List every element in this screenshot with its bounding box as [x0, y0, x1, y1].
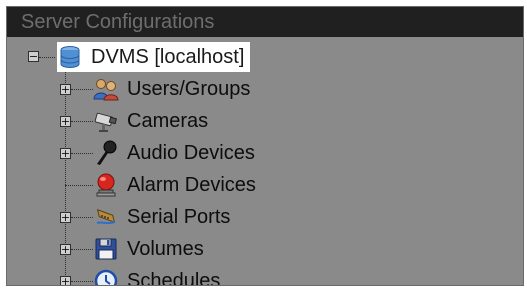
volumes-expander[interactable]: +	[60, 244, 71, 255]
tree-node-label: Users/Groups	[127, 77, 251, 100]
tree-node-label: DVMS [localhost]	[91, 45, 245, 68]
serial-ports-expander[interactable]: +	[60, 212, 71, 223]
tree-line	[71, 281, 93, 282]
root-expander[interactable]: −	[28, 51, 39, 62]
tree-node-label: Serial Ports	[127, 205, 231, 228]
tree-node-volumes[interactable]: Volumes	[93, 234, 204, 264]
serial-port-icon	[93, 204, 119, 230]
tree-node-cameras[interactable]: Cameras	[93, 106, 208, 136]
cameras-expander[interactable]: +	[60, 116, 71, 127]
tree-node-label: Alarm Devices	[127, 173, 256, 196]
users-icon	[93, 76, 119, 102]
server-configurations-panel: Server Configurations − DVMS [localhost]	[6, 6, 524, 286]
tree-node-label: Schedules	[127, 269, 221, 286]
database-icon	[57, 44, 83, 70]
tree-node-serial-ports[interactable]: Serial Ports	[93, 202, 230, 232]
tree-node-label: Cameras	[127, 109, 209, 132]
tree-line	[71, 153, 93, 154]
panel-title: Server Configurations	[7, 7, 523, 37]
tree-line	[39, 57, 55, 58]
tree-line	[71, 121, 93, 122]
selected-node-highlight: DVMS [localhost]	[57, 42, 251, 72]
floppy-disk-icon	[93, 236, 119, 262]
tree-node-dvms[interactable]: DVMS [localhost]	[57, 42, 251, 72]
tree-line	[71, 89, 93, 90]
audio-devices-expander[interactable]: +	[60, 148, 71, 159]
schedules-expander[interactable]: +	[60, 276, 71, 285]
clock-icon	[93, 268, 119, 285]
microphone-icon	[93, 140, 119, 166]
camera-icon	[93, 108, 119, 134]
tree-node-label: Volumes	[127, 237, 204, 260]
tree-node-alarm-devices[interactable]: Alarm Devices	[93, 170, 256, 200]
tree-node-schedules[interactable]: Schedules	[93, 266, 221, 286]
tree-line	[71, 249, 93, 250]
alarm-icon	[93, 172, 119, 198]
tree-node-users-groups[interactable]: Users/Groups	[93, 74, 250, 104]
tree-node-audio-devices[interactable]: Audio Devices	[93, 138, 255, 168]
users-groups-expander[interactable]: +	[60, 84, 71, 95]
tree-line	[71, 217, 93, 218]
server-tree: − DVMS [localhost] + Users/Groups + Came…	[7, 37, 523, 285]
tree-line	[65, 185, 93, 186]
tree-node-label: Audio Devices	[127, 141, 255, 164]
